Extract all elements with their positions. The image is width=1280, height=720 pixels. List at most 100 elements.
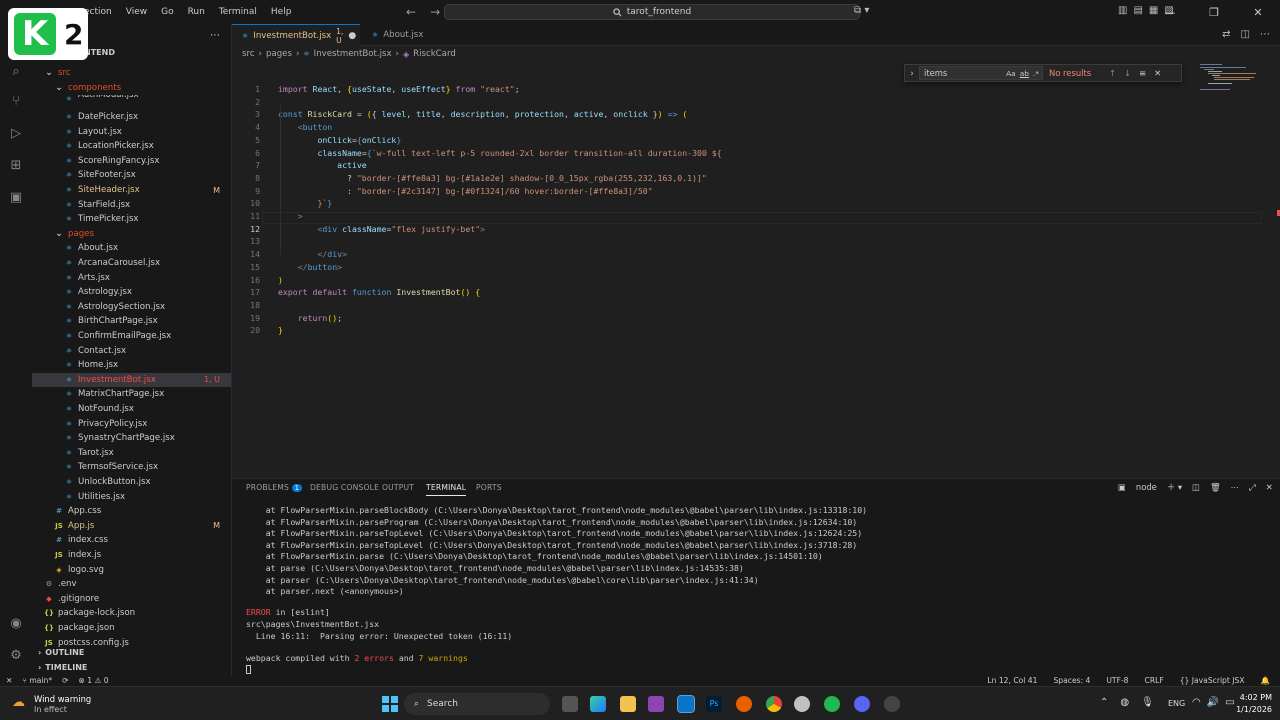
firefox-icon[interactable]	[736, 696, 752, 712]
file-tarot-jsx[interactable]: ⚛ Tarot.jsx	[32, 446, 231, 461]
tab-terminal[interactable]: TERMINAL	[426, 483, 467, 496]
remote-icon[interactable]: ✕	[6, 676, 12, 685]
terminal-name[interactable]: node	[1136, 482, 1157, 492]
account-icon[interactable]: ◉	[7, 616, 25, 634]
run-debug-icon[interactable]: ▷	[7, 126, 25, 144]
chevron-up-icon[interactable]: ⌃	[1100, 697, 1108, 708]
back-icon[interactable]: ←	[406, 5, 416, 19]
minimap[interactable]	[1196, 62, 1256, 92]
tab-output[interactable]: OUTPUT	[382, 483, 414, 492]
file-astrologysection-jsx[interactable]: ⚛ AstrologySection.jsx	[32, 300, 231, 315]
folder-components[interactable]: ⌄ components	[32, 81, 231, 96]
find-input[interactable]: items Aa ab .*	[919, 66, 1043, 80]
file-termsofservice-jsx[interactable]: ⚛ TermsofService.jsx	[32, 460, 231, 475]
toggle-panel-icon[interactable]: ▤	[1133, 5, 1142, 16]
file-unlockbutton-jsx[interactable]: ⚛ UnlockButton.jsx	[32, 475, 231, 490]
file-package-lock-json[interactable]: {} package-lock.json	[32, 606, 231, 621]
code-editor[interactable]: 1 import React, {useState, useEffect} fro…	[232, 60, 1280, 470]
file-home-jsx[interactable]: ⚛ Home.jsx	[32, 358, 231, 373]
arrow-up-icon[interactable]: ↑	[1109, 68, 1116, 78]
search-icon[interactable]: ⌕	[7, 64, 25, 82]
remote-explorer-icon[interactable]: ▣	[7, 190, 25, 208]
more-actions-icon[interactable]: ⋯	[1260, 29, 1270, 40]
file-explorer-icon[interactable]	[620, 696, 636, 712]
discord-icon[interactable]	[854, 696, 870, 712]
extensions-icon[interactable]: ⊞	[7, 158, 25, 176]
language-mode[interactable]: {} JavaScript JSX	[1180, 676, 1245, 685]
menu-item-terminal[interactable]: Terminal	[219, 7, 257, 17]
file-index-css[interactable]: # index.css	[32, 533, 231, 548]
file-privacypolicy-jsx[interactable]: ⚛ PrivacyPolicy.jsx	[32, 416, 231, 431]
regex-toggle[interactable]: .*	[1033, 69, 1039, 78]
cursor-position[interactable]: Ln 12, Col 41	[987, 676, 1037, 685]
spotify-icon[interactable]	[824, 696, 840, 712]
minimize-icon[interactable]: —	[1148, 6, 1192, 19]
breadcrumb-file[interactable]: InvestmentBot.jsx	[314, 49, 392, 59]
file-sitefooter-jsx[interactable]: ⚛ SiteFooter.jsx	[32, 168, 231, 183]
menu-item-go[interactable]: Go	[161, 7, 173, 17]
split-terminal-icon[interactable]: ◫	[1192, 482, 1200, 492]
file-arts-jsx[interactable]: ⚛ Arts.jsx	[32, 270, 231, 285]
file-timepicker-jsx[interactable]: ⚛ TimePicker.jsx	[32, 212, 231, 227]
visual-studio-icon[interactable]	[648, 696, 664, 712]
network-volume-battery[interactable]: ◠ 🔊 ▭	[1192, 697, 1235, 708]
chevron-right-icon[interactable]: ›	[905, 68, 919, 78]
more-actions-icon[interactable]: ⋯	[1231, 482, 1239, 492]
more-actions-icon[interactable]: ⋯	[210, 30, 220, 41]
photoshop-icon[interactable]: Ps	[706, 696, 722, 712]
menu-item-ection[interactable]: ection	[84, 7, 112, 17]
copilot-app-icon[interactable]	[590, 696, 606, 712]
file-matrixchartpage-jsx[interactable]: ⚛ MatrixChartPage.jsx	[32, 387, 231, 402]
file-arcanacarousel-jsx[interactable]: ⚛ ArcanaCarousel.jsx	[32, 256, 231, 271]
tab-investmentbot[interactable]: ⚛ InvestmentBot.jsx 1, U ●	[232, 24, 360, 46]
app-icon[interactable]	[884, 696, 900, 712]
outline-section[interactable]: › OUTLINE	[32, 645, 231, 659]
find-in-selection-icon[interactable]: ≡	[1139, 68, 1146, 78]
file--env[interactable]: ⚙ .env	[32, 577, 231, 592]
windows-start-icon[interactable]	[382, 696, 398, 712]
folder-pages[interactable]: ⌄ pages	[32, 227, 231, 242]
file-authmodal-jsx[interactable]: ⚛ AuthModal.jsx	[32, 95, 231, 102]
close-panel-icon[interactable]: ✕	[1266, 482, 1273, 492]
forward-icon[interactable]: →	[430, 5, 440, 19]
file-index-js[interactable]: JS index.js	[32, 548, 231, 563]
toggle-primary-sidebar-icon[interactable]: ▥	[1118, 5, 1127, 16]
file-contact-jsx[interactable]: ⚛ Contact.jsx	[32, 343, 231, 358]
copilot-icon[interactable]: ⧉ ▾	[854, 5, 869, 16]
file-datepicker-jsx[interactable]: ⚛ DatePicker.jsx	[32, 110, 231, 125]
compare-icon[interactable]: ⇄	[1222, 29, 1230, 40]
weather-title[interactable]: Wind warning	[34, 694, 91, 704]
kill-terminal-icon[interactable]: 🗑	[1210, 482, 1221, 493]
match-case-toggle[interactable]: Aa	[1006, 69, 1016, 78]
menu-item-run[interactable]: Run	[188, 7, 205, 17]
vscode-icon[interactable]	[677, 695, 695, 713]
split-editor-icon[interactable]: ◫	[1241, 29, 1250, 40]
file-locationpicker-jsx[interactable]: ⚛ LocationPicker.jsx	[32, 139, 231, 154]
menu-item-help[interactable]: Help	[271, 7, 292, 17]
tab-ports[interactable]: PORTS	[476, 483, 502, 492]
file-about-jsx[interactable]: ⚛ About.jsx	[32, 241, 231, 256]
maximize-panel-icon[interactable]: ⤢	[1249, 482, 1256, 493]
file-logo-svg[interactable]: ◈ logo.svg	[32, 562, 231, 577]
new-terminal-icon[interactable]: ＋ ▾	[1167, 481, 1182, 493]
file-investmentbot-jsx[interactable]: ⚛ InvestmentBot.jsx 1, U	[32, 372, 231, 388]
timeline-section[interactable]: › TIMELINE	[32, 660, 231, 674]
menu-item-view[interactable]: View	[126, 7, 147, 17]
match-word-toggle[interactable]: ab	[1020, 69, 1029, 78]
file-app-css[interactable]: # App.css	[32, 504, 231, 519]
settings-gear-icon[interactable]: ⚙	[7, 648, 25, 666]
file-astrology-jsx[interactable]: ⚛ Astrology.jsx	[32, 285, 231, 300]
file-notfound-jsx[interactable]: ⚛ NotFound.jsx	[32, 402, 231, 417]
close-icon[interactable]: ✕	[1154, 68, 1161, 78]
file-starfield-jsx[interactable]: ⚛ StarField.jsx	[32, 197, 231, 212]
bell-icon[interactable]: 🔔	[1261, 676, 1270, 685]
app-icon[interactable]	[794, 696, 810, 712]
task-view-icon[interactable]	[562, 696, 578, 712]
folder-src[interactable]: ⌄ src	[32, 66, 231, 81]
branch-item[interactable]: ⑂ main*	[22, 676, 52, 685]
indentation[interactable]: Spaces: 4	[1053, 676, 1090, 685]
line-ending[interactable]: CRLF	[1145, 676, 1164, 685]
tab-debug-console[interactable]: DEBUG CONSOLE	[310, 483, 379, 492]
file-birthchartpage-jsx[interactable]: ⚛ BirthChartPage.jsx	[32, 314, 231, 329]
arrow-down-icon[interactable]: ↓	[1124, 68, 1131, 78]
